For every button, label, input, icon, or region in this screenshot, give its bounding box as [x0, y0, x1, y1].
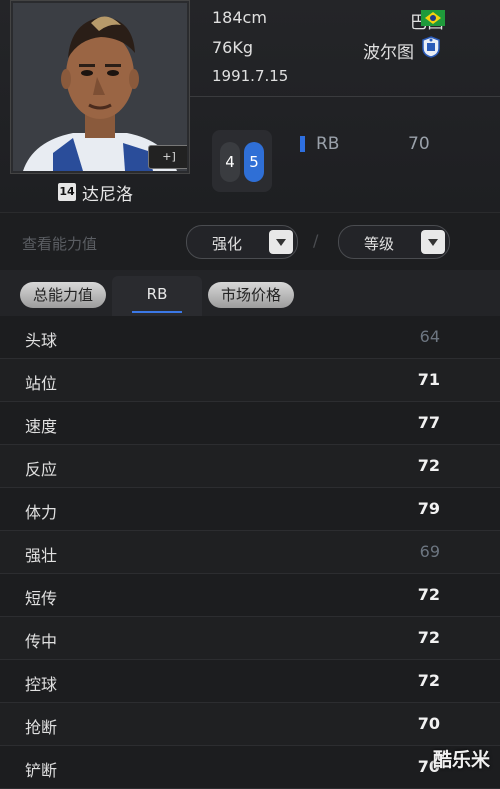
jersey-number-badge: 14: [58, 183, 76, 201]
player-name: 达尼洛: [82, 184, 133, 205]
stat-name: 体力: [25, 503, 58, 522]
header-divider: [190, 96, 500, 97]
stat-value: 71: [417, 370, 440, 389]
stat-name: 铲断: [25, 761, 58, 780]
player-birthdate: 1991.7.15: [212, 67, 289, 85]
position-label: RB: [316, 134, 340, 154]
stat-name: 传中: [25, 632, 58, 651]
preferred-foot-indicator: 4 5: [212, 130, 272, 192]
stat-row: 抢断 70: [0, 703, 500, 746]
position-color-bar: [300, 136, 305, 152]
stat-row: 速度 77: [0, 402, 500, 445]
stat-row: 短传 72: [0, 574, 500, 617]
stat-row: 强壮 69: [0, 531, 500, 574]
player-portrait: +]: [10, 0, 190, 174]
stat-row: 传中 72: [0, 617, 500, 660]
right-foot-rating: 5: [244, 142, 264, 182]
chevron-down-icon[interactable]: [269, 230, 293, 254]
player-height: 184cm: [212, 8, 267, 27]
stat-row: 控球 72: [0, 660, 500, 703]
stat-list: 头球 64 站位 71 速度 77 反应 72 体力 79 强壮 69 短传 72 传中 72 控球 72 抢断 70…: [0, 316, 500, 789]
stat-name: 短传: [25, 589, 58, 608]
tab-overall[interactable]: 总能力值: [20, 282, 106, 308]
stat-name: 强壮: [25, 546, 58, 565]
stat-row: 头球 64: [0, 316, 500, 359]
stat-row: 反应 72: [0, 445, 500, 488]
stat-name: 头球: [25, 331, 58, 350]
stat-row: 站位 71: [0, 359, 500, 402]
watermark: 酷乐米: [432, 749, 490, 771]
stat-value: 69: [419, 542, 440, 561]
tab-market-price[interactable]: 市场价格: [208, 282, 294, 308]
player-name-row: 14 达尼洛: [58, 180, 133, 205]
position-rating: 70: [408, 134, 430, 154]
card-flip-button[interactable]: +]: [148, 145, 187, 169]
level-dropdown[interactable]: 等级: [338, 225, 450, 259]
player-photo: +]: [13, 3, 187, 171]
stat-name: 站位: [25, 374, 58, 393]
stat-name: 速度: [25, 417, 58, 436]
card-flip-icon: +]: [162, 150, 176, 163]
stat-value: 79: [417, 499, 440, 518]
active-tab-indicator: [132, 311, 182, 313]
view-ability-label: 查看能力值: [22, 235, 98, 253]
player-weight: 76Kg: [212, 38, 254, 57]
stat-value: 72: [417, 628, 440, 647]
tab-position-label: RB: [146, 285, 168, 303]
stat-value: 72: [417, 585, 440, 604]
stat-row: 体力 79: [0, 488, 500, 531]
enhance-dropdown[interactable]: 强化: [186, 225, 298, 259]
level-dropdown-value: 等级: [363, 235, 394, 253]
filter-separator: /: [313, 231, 319, 250]
stat-name: 反应: [25, 460, 58, 479]
stat-row: 铲断 70: [0, 746, 500, 789]
stat-value: 70: [417, 714, 440, 733]
tab-position[interactable]: RB: [112, 276, 202, 316]
player-header: +] 14 达尼洛 184cm 76Kg 1991.7.15 巴西 波尔图 4 …: [0, 0, 500, 212]
player-club: 波尔图: [363, 43, 414, 63]
stat-value: 64: [419, 327, 440, 346]
ability-filter-row: 查看能力值 强化 / 等级: [0, 212, 500, 271]
stat-name: 抢断: [25, 718, 58, 737]
stat-tabs: 总能力值 RB 市场价格: [0, 270, 500, 316]
stat-name: 控球: [25, 675, 58, 694]
club-crest-icon: [422, 36, 440, 58]
enhance-dropdown-value: 强化: [211, 235, 242, 253]
stat-value: 77: [417, 413, 440, 432]
brazil-flag-icon: [421, 10, 445, 26]
left-foot-rating: 4: [220, 142, 240, 182]
stat-value: 72: [417, 456, 440, 475]
stat-value: 72: [417, 671, 440, 690]
chevron-down-icon[interactable]: [421, 230, 445, 254]
